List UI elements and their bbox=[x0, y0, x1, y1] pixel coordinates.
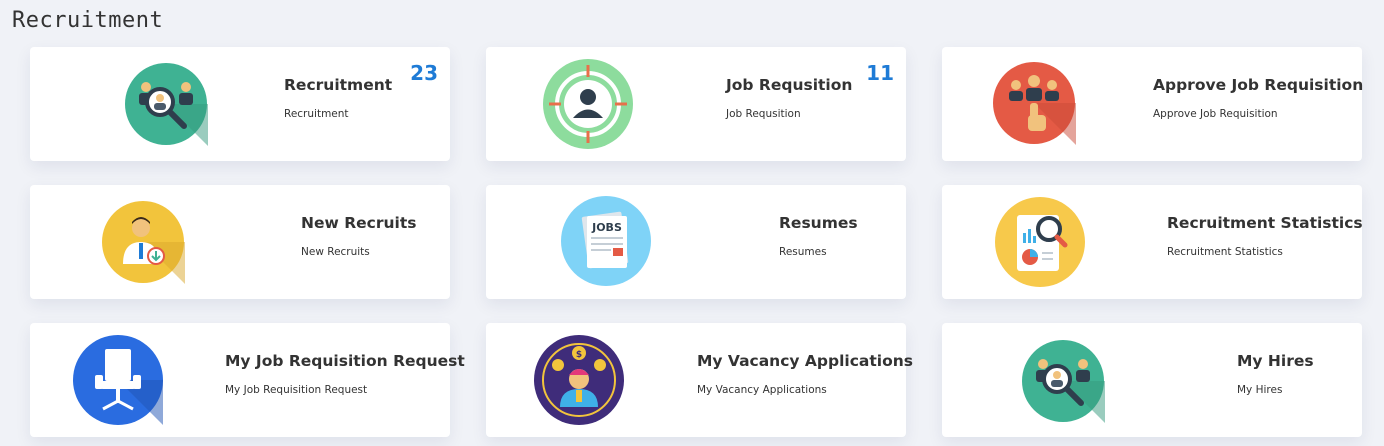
card-subtitle: My Vacancy Applications bbox=[697, 384, 827, 396]
card-subtitle: Recruitment Statistics bbox=[1167, 246, 1283, 258]
card-title: Resumes bbox=[779, 214, 858, 232]
page-title: Recruitment bbox=[12, 8, 164, 33]
card-my-vacancy-applications[interactable]: $ My Vacancy Applications My Vacancy App… bbox=[486, 323, 913, 437]
office-chair-icon bbox=[73, 335, 163, 425]
card-title: My Job Requisition Request bbox=[225, 352, 465, 370]
card-title: Recruitment bbox=[284, 76, 393, 94]
dollar-coin-label: $ bbox=[576, 350, 582, 360]
count-badge: 11 bbox=[866, 61, 894, 85]
card-my-job-requisition-request[interactable]: My Job Requisition Request My Job Requis… bbox=[30, 323, 465, 437]
card-subtitle: My Hires bbox=[1237, 384, 1283, 396]
card-resumes[interactable]: JOBS Resumes Resumes bbox=[486, 185, 906, 299]
applicant-icon: $ bbox=[534, 335, 624, 425]
card-subtitle: Job Requsition bbox=[726, 108, 801, 120]
card-title: New Recruits bbox=[301, 214, 417, 232]
card-new-recruits[interactable]: New Recruits New Recruits bbox=[30, 185, 450, 299]
card-title: Recruitment Statistics bbox=[1167, 214, 1363, 232]
statistics-report-icon bbox=[995, 197, 1085, 287]
card-recruitment-statistics[interactable]: Recruitment Statistics Recruitment Stati… bbox=[942, 185, 1363, 299]
jobs-document-icon: JOBS bbox=[561, 196, 651, 286]
hires-search-icon bbox=[1021, 339, 1105, 423]
card-approve-job-requisition[interactable]: Approve Job Requisition Approve Job Requ… bbox=[942, 47, 1364, 161]
card-title: My Hires bbox=[1237, 352, 1314, 370]
recruitment-search-icon bbox=[124, 62, 208, 146]
resume-jobs-label: JOBS bbox=[591, 221, 622, 234]
card-recruitment[interactable]: Recruitment Recruitment 23 bbox=[30, 47, 450, 161]
card-subtitle: Resumes bbox=[779, 246, 827, 258]
card-subtitle: New Recruits bbox=[301, 246, 370, 258]
card-subtitle: Recruitment bbox=[284, 108, 349, 120]
hand-select-person-icon bbox=[992, 61, 1076, 145]
new-recruit-icon bbox=[101, 200, 185, 284]
card-title: Approve Job Requisition bbox=[1153, 76, 1364, 94]
card-subtitle: My Job Requisition Request bbox=[225, 384, 368, 396]
card-title: Job Requsition bbox=[726, 76, 853, 94]
card-title: My Vacancy Applications bbox=[697, 352, 913, 370]
card-my-hires[interactable]: My Hires My Hires bbox=[942, 323, 1362, 437]
card-subtitle: Approve Job Requisition bbox=[1153, 108, 1278, 120]
card-job-requsition[interactable]: Job Requsition Job Requsition 11 bbox=[486, 47, 906, 161]
target-person-icon bbox=[543, 59, 633, 149]
count-badge: 23 bbox=[410, 61, 438, 85]
